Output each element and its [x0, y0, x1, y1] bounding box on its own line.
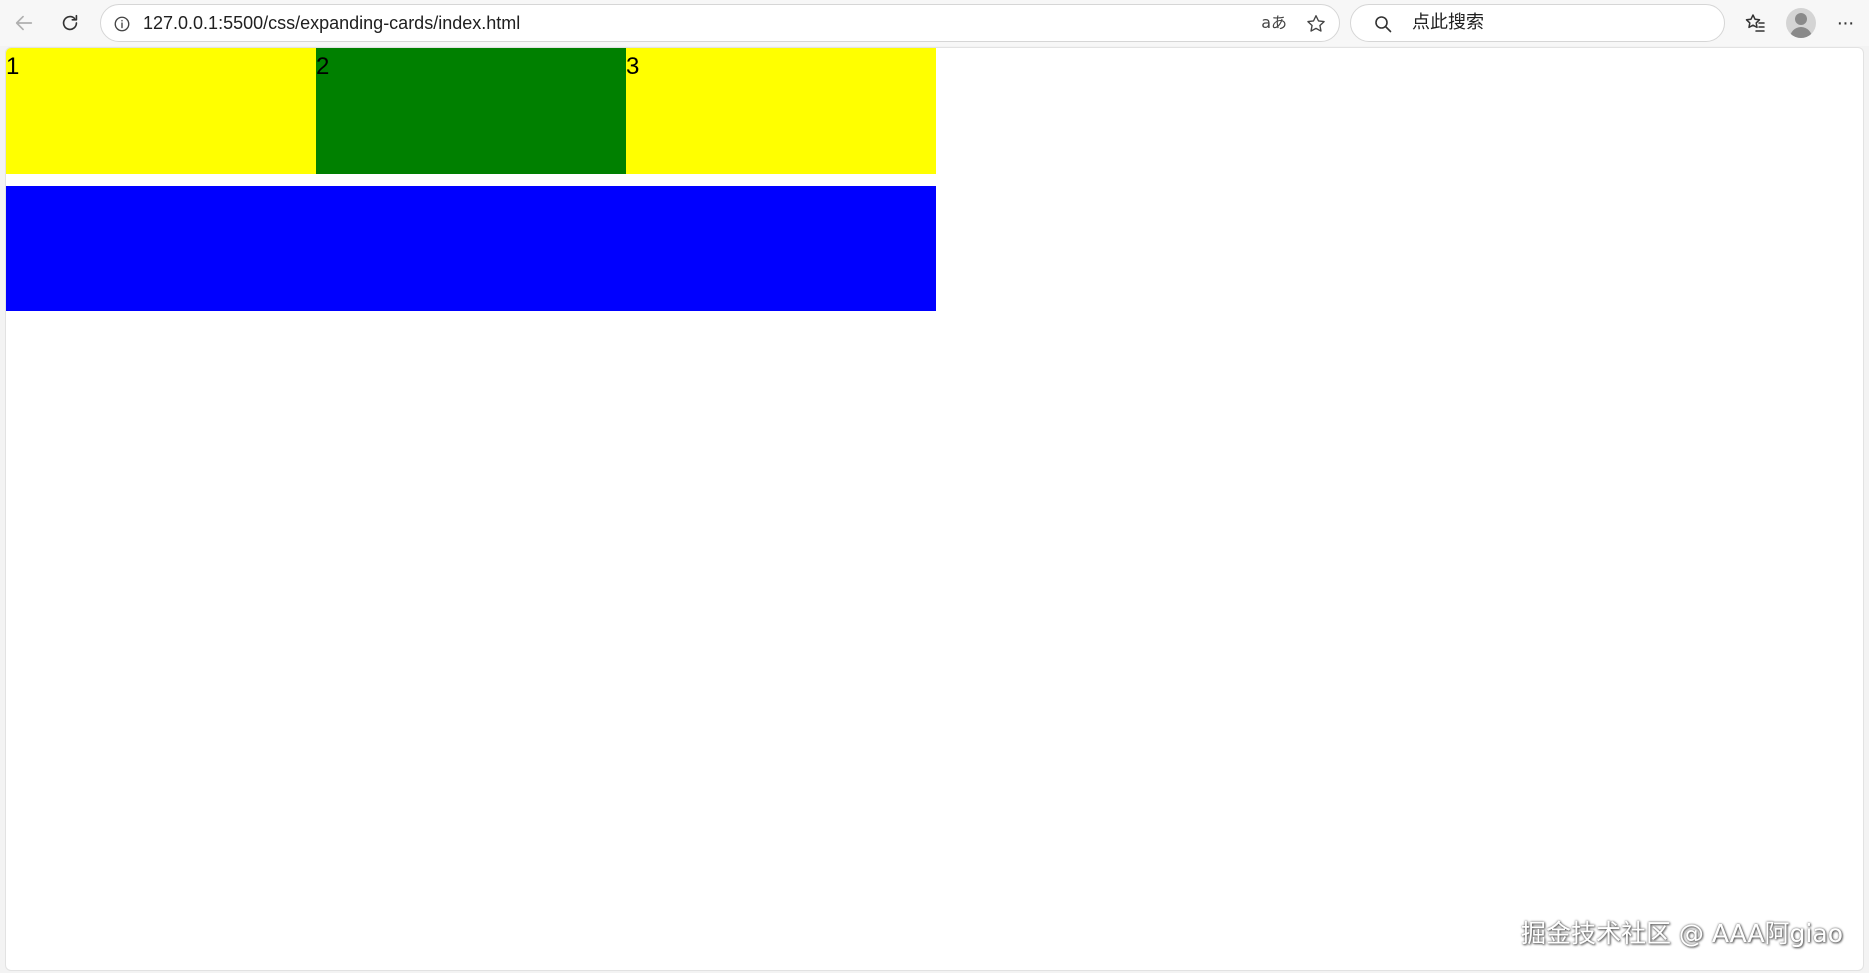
search-placeholder[interactable]: 点此搜索: [1412, 5, 1484, 41]
cards-row: 1 2 3: [6, 48, 936, 174]
read-aloud-icon[interactable]: aあ: [1261, 14, 1287, 32]
avatar-head: [1795, 13, 1807, 25]
search-icon: [1375, 16, 1392, 33]
reload-button[interactable]: [52, 5, 88, 41]
info-icon[interactable]: [113, 15, 131, 33]
avatar-body: [1790, 27, 1812, 38]
star-icon[interactable]: [1305, 13, 1327, 35]
watermark: 掘金技术社区 @ AAA阿giao: [1520, 919, 1843, 948]
blue-box: [6, 186, 936, 311]
more-options-icon[interactable]: ···: [1830, 8, 1860, 38]
search-bar[interactable]: 点此搜索: [1350, 4, 1725, 42]
page-viewport: 1 2 3 掘金技术社区 @ AAA阿giao: [5, 47, 1864, 971]
favorites-icon[interactable]: [1743, 11, 1767, 35]
arrow-left-icon: [15, 15, 33, 31]
card-3[interactable]: 3: [626, 48, 936, 174]
profile-avatar[interactable]: [1786, 8, 1816, 38]
browser-toolbar: 127.0.0.1:5500/css/expanding-cards/index…: [0, 0, 1869, 46]
url-text[interactable]: 127.0.0.1:5500/css/expanding-cards/index…: [143, 5, 520, 41]
address-bar[interactable]: 127.0.0.1:5500/css/expanding-cards/index…: [100, 4, 1340, 42]
card-2[interactable]: 2: [316, 48, 626, 174]
refresh-icon: [62, 14, 78, 31]
back-button[interactable]: [6, 5, 42, 41]
card-1[interactable]: 1: [6, 48, 316, 174]
